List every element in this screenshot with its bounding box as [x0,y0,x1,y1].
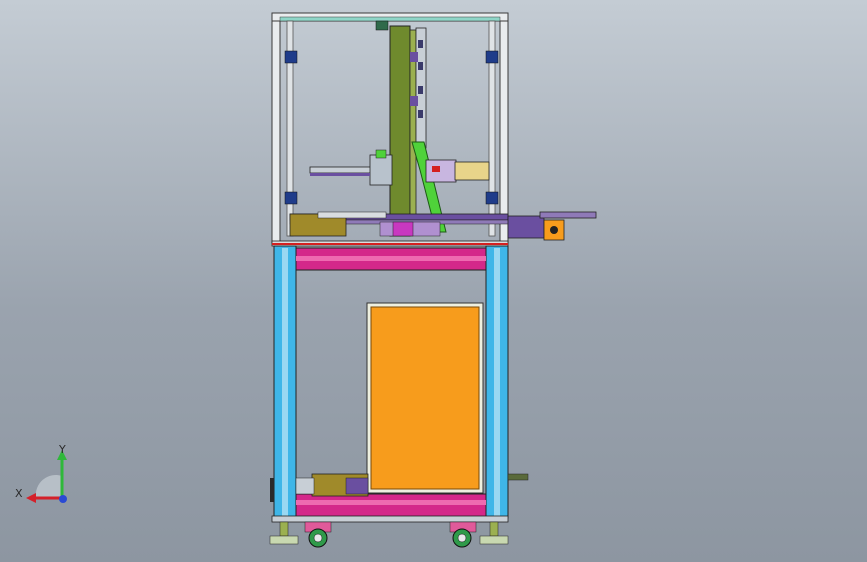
upper-left-post [271,12,281,244]
corner-bracket [284,191,298,205]
rail-detail [418,86,423,94]
graphics-viewport[interactable]: Y X [0,0,867,562]
corner-bracket [485,191,499,205]
rail-slider [410,96,418,106]
foot-stem [489,521,499,537]
triad-plane [35,475,62,498]
side-handle [270,478,274,502]
extension-shaft [550,226,558,234]
top-mount-block [375,20,389,31]
corner-bracket [284,50,298,64]
motor-cover [317,211,387,219]
column-body [389,25,411,237]
upper-right-post [499,12,509,244]
caster-hub [457,533,467,543]
caster-hub [313,533,323,543]
side-knob [507,473,529,481]
rail-detail [418,62,423,70]
arm-housing [369,154,393,186]
x-axis-arrow [26,493,36,503]
rail-detail [418,110,423,118]
gripper-indicator [432,166,440,172]
gripper-block [454,161,490,181]
lower-crossbeam [295,493,487,519]
crossbeam-highlight [296,256,486,261]
lower-motor-assembly [295,473,369,497]
middle-plate-edge [272,243,508,245]
motor-end-cap [295,477,315,495]
reference-triad: Y X [15,443,67,503]
foot-pad [269,535,299,545]
panel-face [370,306,480,490]
horizontal-arm [309,149,393,186]
extension-arm [539,211,597,219]
crossbeam-highlight [296,500,486,505]
base-feet-and-casters [269,521,509,548]
post-highlight [494,248,500,516]
arm-clamp [375,149,387,159]
post-highlight [282,248,288,516]
x-axis-label: X [15,487,23,500]
cad-model-view[interactable] [0,0,867,562]
orange-cabinet-panel [366,302,484,494]
motor-coupler [345,477,369,495]
extension-bracket [507,215,545,239]
z-axis-dot [59,495,67,503]
rail-slider [410,52,418,62]
arm-guide [310,173,370,176]
carriage-block [392,221,414,237]
y-axis-label: Y [58,443,66,456]
foot-pad [479,535,509,545]
vertical-lift-column [389,25,490,237]
gripper-head [425,159,457,183]
top-beam-inner [279,16,501,22]
rail-detail [418,40,423,48]
bottom-plate [271,515,509,523]
corner-bracket [485,50,499,64]
foot-stem [279,521,289,537]
